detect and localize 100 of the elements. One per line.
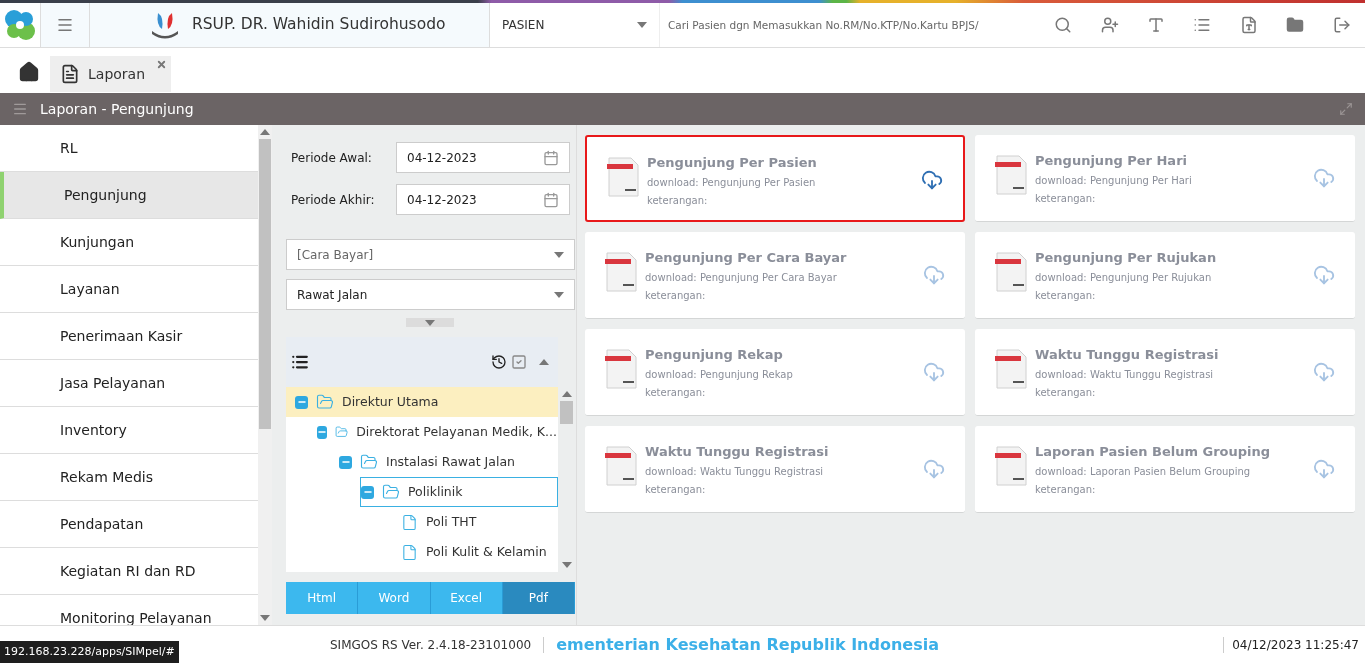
folder-icon	[382, 483, 400, 501]
report-note: keterangan:	[1035, 288, 1097, 303]
logout-icon[interactable]	[1332, 16, 1351, 34]
tree-item[interactable]: Direktorat Pelayanan Medik, K...	[316, 417, 558, 447]
date-field[interactable]: 04-12-2023	[396, 184, 570, 215]
report-download: download: Waktu Tunggu Registrasi	[645, 464, 825, 479]
expand-toggle[interactable]	[406, 318, 454, 327]
collapse-icon[interactable]	[295, 395, 308, 409]
dropdown[interactable]: [Cara Bayar]	[286, 239, 575, 270]
file-icon	[401, 513, 418, 531]
report-card[interactable]: Pengunjung Per Hari download: Pengunjung Per Hari keterangan:	[975, 135, 1355, 222]
hospital-name: RSUP. DR. Wahidin Sudirohusodo	[192, 14, 446, 36]
report-title: Pengunjung Per Cara Bayar	[645, 249, 848, 267]
scroll-up-icon	[260, 129, 270, 135]
scroll-thumb[interactable]	[560, 401, 573, 424]
folder-icon	[316, 393, 334, 411]
tree-item[interactable]: Poli THT	[382, 507, 558, 537]
report-note: keterangan:	[647, 193, 709, 208]
tab[interactable]: Laporan	[50, 56, 172, 92]
scroll-thumb[interactable]	[259, 139, 271, 429]
report-card[interactable]: Laporan Pasien Belum Grouping download: Laporan Pasien Belum Grouping keterangan:	[975, 426, 1355, 513]
report-card[interactable]: Pengunjung Rekap download: Pengunjung Rekap keterangan:	[585, 329, 965, 416]
ticker-text: ementerian Kesehatan Republik Indonesia	[556, 633, 939, 656]
report-download: download: Pengunjung Per Hari	[1035, 173, 1193, 188]
date-field[interactable]: 04-12-2023	[396, 142, 570, 173]
date-label: Periode Akhir:	[291, 191, 376, 209]
close-icon[interactable]	[156, 59, 168, 70]
search-type-select[interactable]: PASIEN	[490, 3, 660, 47]
patient-search-field[interactable]: Cari Pasien dgn Memasukkan No.RM/No.KTP/No.Kartu BPJS/	[660, 3, 1040, 47]
calendar-icon[interactable]	[543, 191, 559, 208]
report-note: keterangan:	[1035, 191, 1097, 206]
date-time: 04/12/2023 11:25:47	[1232, 636, 1359, 654]
report-download: download: Pengunjung Rekap	[645, 367, 794, 382]
report-file-icon	[605, 252, 637, 292]
report-card[interactable]: Pengunjung Per Cara Bayar download: Pengunjung Per Cara Bayar keterangan:	[585, 232, 965, 319]
report-file-icon	[607, 157, 639, 197]
scroll-down-icon	[260, 615, 270, 621]
hospital-logo	[150, 11, 180, 39]
report-note: keterangan:	[645, 385, 707, 400]
tree-item[interactable]: Direktur Utama	[286, 387, 558, 417]
report-card[interactable]: Pengunjung Per Pasien download: Pengunjung Per Pasien keterangan:	[585, 135, 965, 222]
report-download: download: Pengunjung Per Rujukan	[1035, 270, 1213, 285]
scroll-down-icon	[561, 562, 572, 568]
report-note: keterangan:	[645, 288, 707, 303]
text-icon[interactable]	[1147, 16, 1166, 34]
file-icon	[401, 543, 418, 561]
scroll-up-icon	[561, 391, 572, 397]
list-icon[interactable]	[291, 353, 309, 371]
folder-icon[interactable]	[1286, 16, 1305, 34]
folder-icon	[360, 453, 378, 471]
dropdown[interactable]: Rawat Jalan	[286, 279, 575, 310]
caret-icon	[637, 22, 647, 28]
caret-icon	[554, 291, 564, 298]
menu-icon[interactable]	[56, 16, 74, 34]
report-file-icon	[995, 446, 1027, 486]
collapse-icon[interactable]	[339, 455, 352, 469]
report-title: Pengunjung Per Rujukan	[1035, 249, 1218, 267]
menu-icon[interactable]	[12, 101, 28, 117]
report-download: download: Laporan Pasien Belum Grouping	[1035, 464, 1252, 479]
report-file-icon	[995, 155, 1027, 195]
report-card[interactable]: Waktu Tunggu Registrasi download: Waktu Tunggu Registrasi keterangan:	[975, 329, 1355, 416]
tree-label: Instalasi Rawat Jalan	[386, 452, 515, 471]
format-button[interactable]: Pdf	[502, 582, 575, 614]
calendar-icon[interactable]	[543, 149, 559, 166]
report-card[interactable]: Pengunjung Per Rujukan download: Pengunjung Per Rujukan keterangan:	[975, 232, 1355, 319]
report-download: download: Pengunjung Per Pasien	[647, 175, 817, 190]
report-file-icon	[995, 349, 1027, 389]
tree-item[interactable]: Poliklinik	[360, 477, 558, 507]
collapse-icon	[539, 359, 549, 365]
add-user-icon[interactable]	[1100, 16, 1119, 34]
report-note: keterangan:	[645, 482, 707, 497]
report-title: Waktu Tunggu Registrasi	[1035, 346, 1220, 364]
tree-item[interactable]: Instalasi Rawat Jalan	[338, 447, 558, 477]
check-all-icon[interactable]	[511, 354, 527, 370]
collapse-icon[interactable]	[361, 485, 374, 499]
expand-icon[interactable]	[1339, 102, 1353, 116]
report-title: Pengunjung Rekap	[645, 346, 784, 364]
status-url-tooltip: 192.168.23.228/apps/SIMpel/#	[0, 641, 179, 663]
report-file-icon	[605, 446, 637, 486]
report-download: download: Pengunjung Per Cara Bayar	[645, 270, 838, 285]
report-title: Pengunjung Per Pasien	[647, 154, 818, 172]
report-title: Laporan Pasien Belum Grouping	[1035, 443, 1272, 461]
collapse-icon[interactable]	[317, 425, 327, 439]
tree-label: Poliklinik	[408, 482, 463, 501]
search-icon[interactable]	[1054, 16, 1073, 34]
home-icon[interactable]	[18, 61, 40, 83]
sidebar-item[interactable]: Pengunjung	[0, 172, 258, 219]
reset-icon[interactable]	[491, 354, 507, 370]
caret-icon	[554, 251, 564, 258]
tree-label: Poli Kulit & Kelamin	[426, 542, 547, 561]
cloud-download-icon[interactable]	[921, 169, 943, 191]
report-title: Waktu Tunggu Registrasi	[645, 443, 830, 461]
tree-label: Direktorat Pelayanan Medik, K...	[356, 422, 557, 441]
tree-item[interactable]: Poli Kulit & Kelamin	[382, 537, 558, 567]
report-download: download: Waktu Tunggu Registrasi	[1035, 367, 1215, 382]
report-note: keterangan:	[1035, 482, 1097, 497]
panel-title: Laporan - Pengunjung	[40, 99, 194, 119]
report-card[interactable]: Waktu Tunggu Registrasi download: Waktu Tunggu Registrasi keterangan:	[585, 426, 965, 513]
sidebar-scrollbar[interactable]	[258, 125, 272, 625]
report-note: keterangan:	[1035, 385, 1097, 400]
